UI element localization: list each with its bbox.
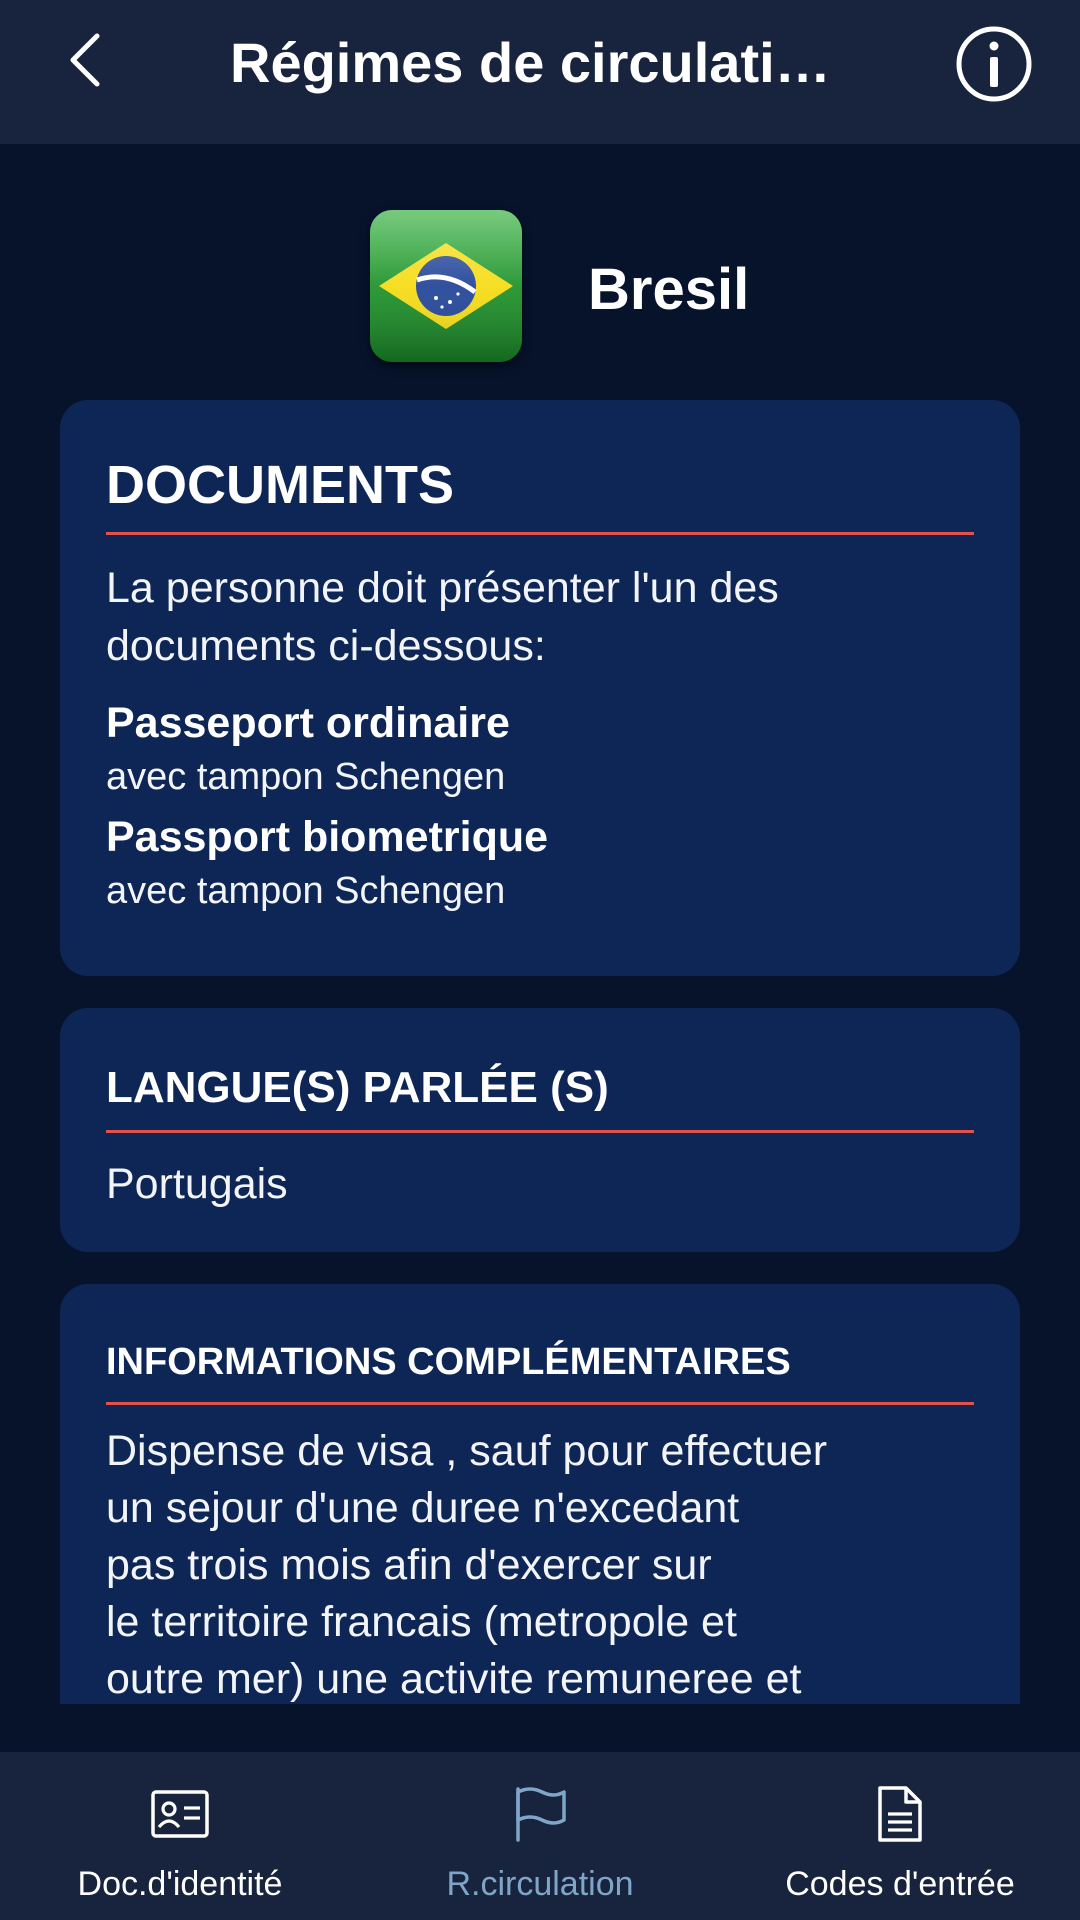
chevron-left-icon: [70, 33, 100, 87]
languages-card: LANGUE(S) PARLÉE (S) Portugais: [60, 1008, 1020, 1252]
additional-info-line: un sejour d'une duree n'excedant: [106, 1484, 740, 1532]
document-item: Passport biometrique avec tampon Schenge…: [106, 809, 974, 917]
flag-icon: [510, 1784, 570, 1844]
document-icon: [870, 1784, 930, 1844]
documents-list: Passeport ordinaire avec tampon Schengen…: [106, 695, 974, 917]
additional-info-title: INFORMATIONS COMPLÉMENTAIRES: [106, 1336, 974, 1405]
brazil-flag-icon: [370, 210, 522, 362]
additional-info-text: Dispense de visa , sauf pour effectuer u…: [106, 1423, 974, 1704]
document-name: Passeport ordinaire: [106, 699, 510, 747]
nav-label: Codes d'entrée: [785, 1865, 1015, 1903]
additional-info-card: INFORMATIONS COMPLÉMENTAIRES Dispense de…: [60, 1284, 1020, 1704]
app-screen: Régimes de circulati… Bresil DOCUMENTS L…: [0, 0, 1080, 1920]
document-item: Passeport ordinaire avec tampon Schengen: [106, 695, 974, 803]
additional-info-line: outre mer) une activite remuneree et: [106, 1655, 802, 1703]
bottom-navigation: Doc.d'identité R.circulation Codes d'ent…: [0, 1752, 1080, 1920]
documents-intro: La personne doit présenter l'un des docu…: [106, 564, 779, 670]
nav-item-circulation[interactable]: R.circulation: [360, 1752, 720, 1920]
info-button[interactable]: [952, 22, 1036, 106]
nav-label: Doc.d'identité: [77, 1865, 283, 1903]
nav-item-identity-docs[interactable]: Doc.d'identité: [0, 1752, 360, 1920]
document-name: Passport biometrique: [106, 813, 549, 861]
back-button[interactable]: [50, 20, 120, 100]
additional-info-line: pas trois mois afin d'exercer sur: [106, 1541, 712, 1589]
country-header: Bresil: [0, 210, 1080, 365]
top-app-bar: Régimes de circulati…: [0, 0, 1080, 144]
info-circle-icon: [956, 26, 1032, 102]
documents-card: DOCUMENTS La personne doit présenter l'u…: [60, 400, 1020, 976]
nav-item-entry-codes[interactable]: Codes d'entrée: [720, 1752, 1080, 1920]
document-note: avec tampon Schengen: [106, 870, 506, 912]
country-name: Bresil: [588, 257, 750, 322]
languages-title: LANGUE(S) PARLÉE (S): [106, 1060, 974, 1133]
documents-title: DOCUMENTS: [106, 452, 974, 535]
id-card-icon: [150, 1784, 210, 1844]
additional-info-line: Dispense de visa , sauf pour effectuer: [106, 1427, 828, 1475]
document-note: avec tampon Schengen: [106, 756, 506, 798]
additional-info-line: le territoire francais (metropole et: [106, 1598, 737, 1646]
page-title: Régimes de circulati…: [230, 31, 831, 94]
nav-label: R.circulation: [446, 1865, 634, 1903]
languages-value: Portugais: [106, 1160, 288, 1208]
